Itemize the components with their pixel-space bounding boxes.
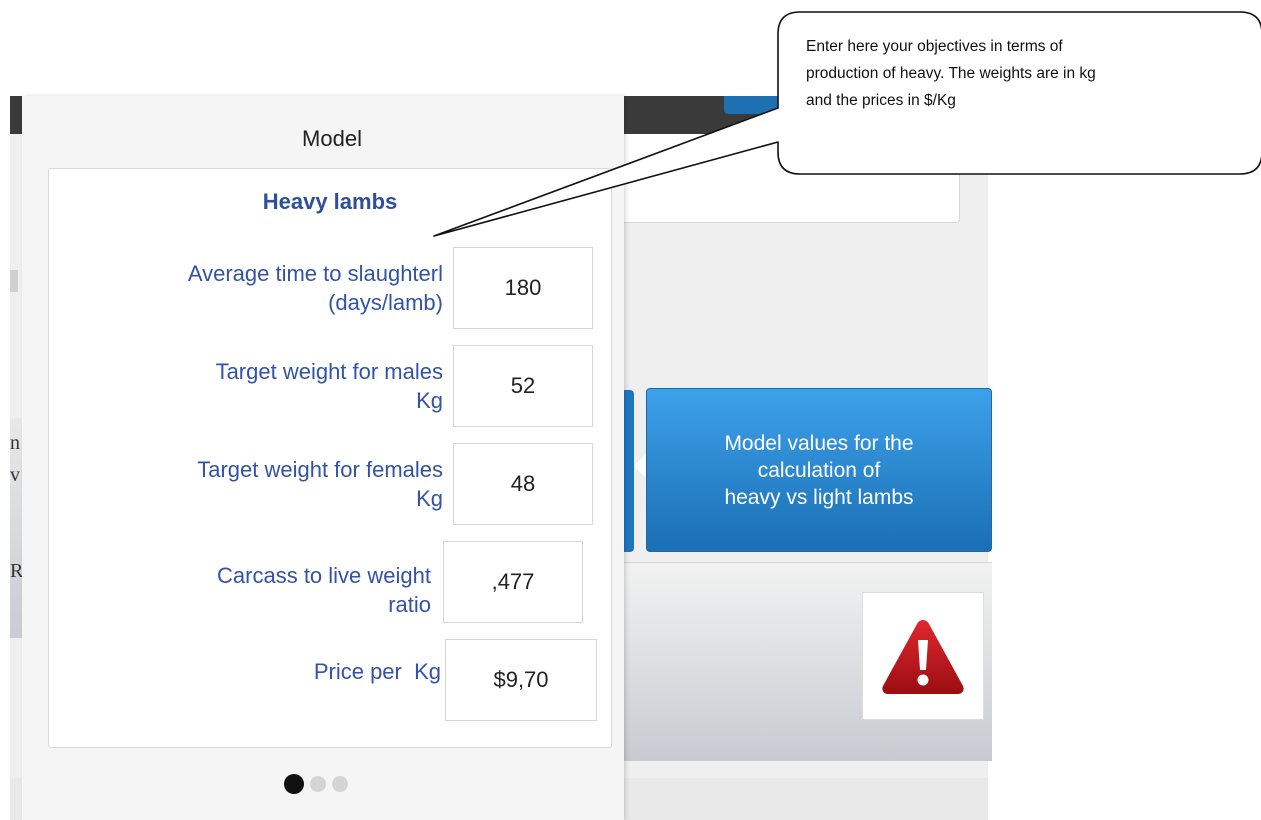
callout-text: Enter here your objectives in terms of p… <box>806 33 1176 114</box>
callout-line: production of heavy. The weights are in … <box>806 65 1096 82</box>
callout-line: Enter here your objectives in terms of <box>806 38 1063 55</box>
callout-shape <box>433 11 1261 237</box>
callout-line: and the prices in $/Kg <box>806 92 956 109</box>
